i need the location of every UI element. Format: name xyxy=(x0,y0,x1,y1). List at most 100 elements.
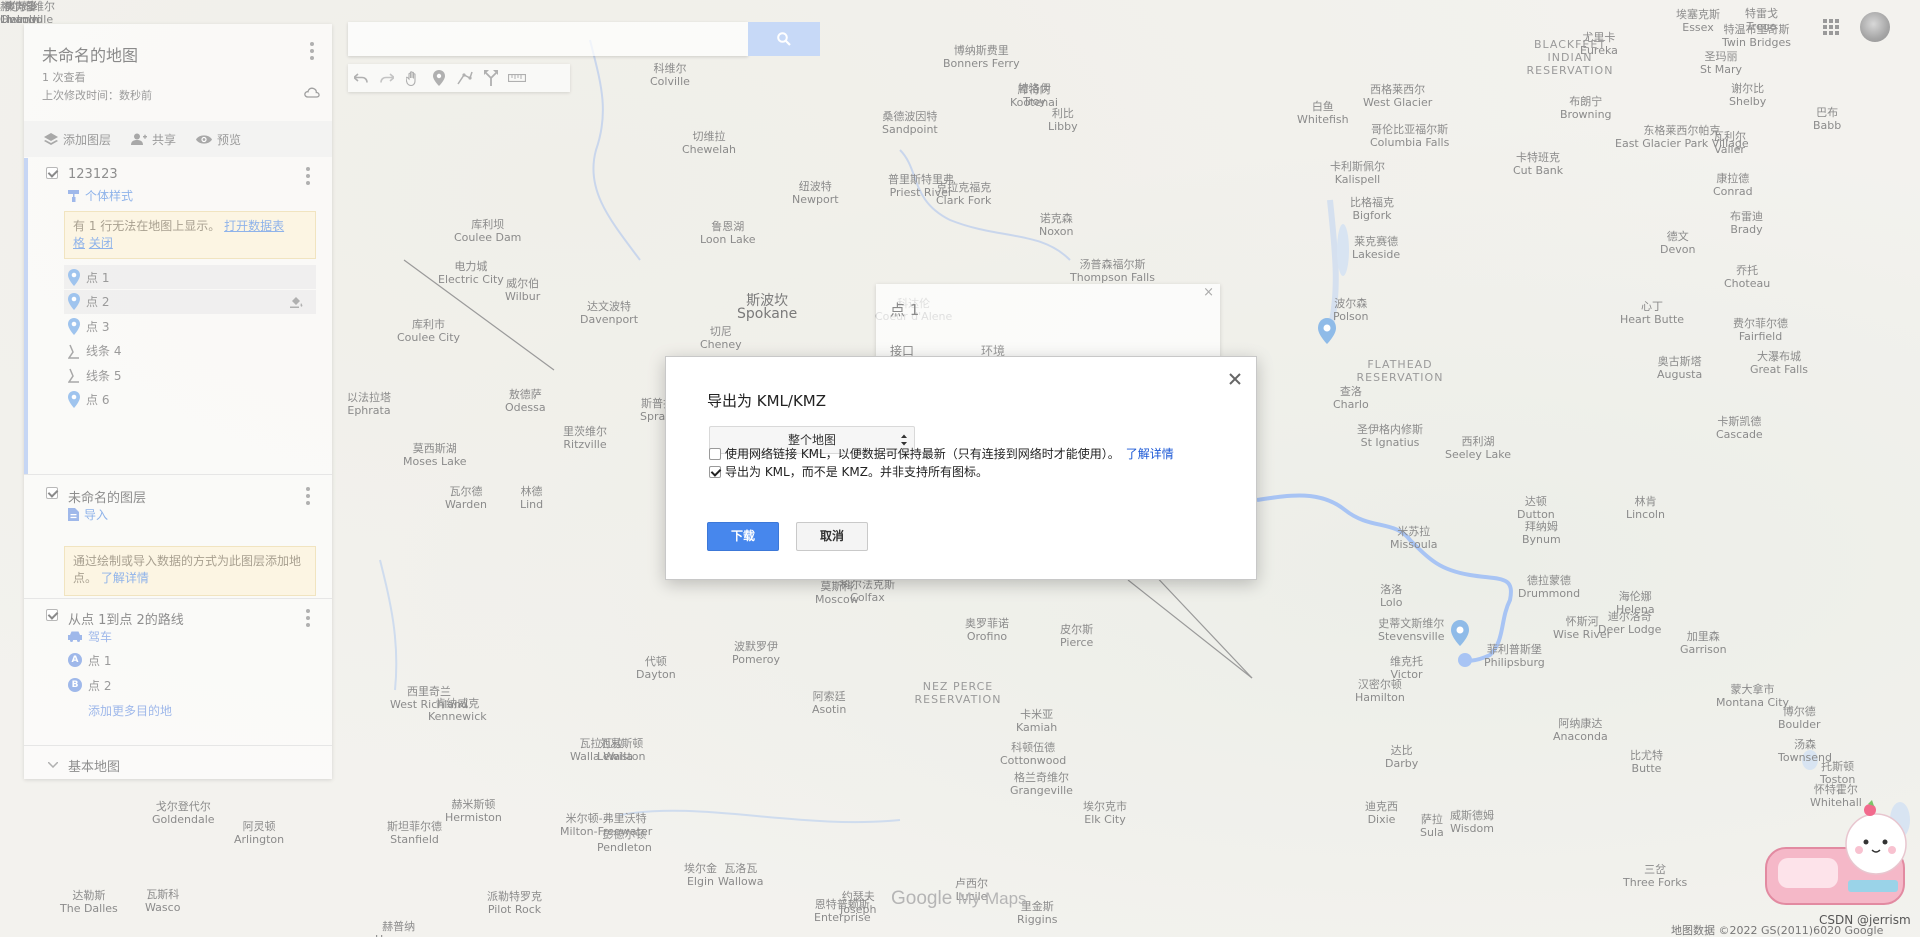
individual-styles-link[interactable]: 个体样式 xyxy=(68,187,133,204)
divider xyxy=(24,745,332,746)
map-title[interactable]: 未命名的地图 xyxy=(42,42,138,66)
account-avatar[interactable] xyxy=(1860,12,1890,42)
feature-label: 点 2 xyxy=(86,295,110,309)
layer-name[interactable]: 123123 xyxy=(68,167,118,182)
place-label: 莫西斯湖 Moses Lake xyxy=(403,442,467,468)
search-input[interactable] xyxy=(348,22,748,56)
directions-button[interactable] xyxy=(478,64,504,92)
place-label: 博尔德 Boulder xyxy=(1778,705,1821,731)
place-label: 达比 Darby xyxy=(1385,744,1419,770)
measure-button[interactable] xyxy=(504,64,530,92)
undo-button[interactable] xyxy=(348,64,374,92)
layer-visibility-checkbox[interactable] xyxy=(46,167,58,179)
place-label: 阿索廷 Asotin xyxy=(812,690,847,716)
draw-line-button[interactable] xyxy=(452,64,478,92)
map-options-icon[interactable] xyxy=(310,42,314,60)
place-label: 圣伊格内修斯 St Ignatius xyxy=(1357,423,1423,449)
feature-item[interactable]: 点 3 xyxy=(64,314,316,338)
import-label: 导入 xyxy=(84,508,109,522)
learn-more-link[interactable]: 了解详情 xyxy=(101,571,149,585)
export-kml-dialog: 导出为 KML/KMZ 整个地图 使用网络链接 KML，以便数据可保持最新（只有… xyxy=(665,356,1257,580)
place-label: 大瀑布城 Great Falls xyxy=(1750,350,1809,376)
layer-header[interactable]: 123123 xyxy=(24,162,332,188)
download-button[interactable]: 下载 xyxy=(707,522,779,551)
add-destination-link[interactable]: 添加更多目的地 xyxy=(88,700,172,720)
feature-item[interactable]: 点 6 xyxy=(64,388,316,412)
stop-badge: A xyxy=(68,653,82,667)
car-icon xyxy=(68,631,82,642)
place-label: 查洛 Charlo xyxy=(1333,385,1369,411)
place-label: 卡斯凯德 Cascade xyxy=(1716,415,1763,441)
feature-item[interactable]: 线条 4 xyxy=(64,339,316,363)
preview-button[interactable]: 预览 xyxy=(196,131,241,148)
share-button[interactable]: 共享 xyxy=(131,131,176,148)
network-link-option[interactable]: 使用网络链接 KML，以便数据可保持最新（只有连接到网络时才能使用）。 了解详情 xyxy=(709,445,1174,462)
ruler-icon xyxy=(508,74,526,82)
place-label: 派勒特罗克 Pilot Rock xyxy=(487,890,542,916)
add-marker-button[interactable] xyxy=(426,64,452,92)
open-data-table-link[interactable]: 打开数据表 xyxy=(224,219,284,233)
layer-options-icon[interactable] xyxy=(306,167,310,185)
pan-tool-button[interactable] xyxy=(400,64,426,92)
place-label: 诺克森 Noxon xyxy=(1039,212,1074,238)
place-label: 桑德波因特 Sandpoint xyxy=(882,110,938,136)
kml-format-checkbox[interactable] xyxy=(709,465,721,478)
place-label: 阿纳康达 Anaconda xyxy=(1553,717,1608,743)
dismiss-warning-link[interactable]: 关闭 xyxy=(89,236,113,250)
stop-label: 点 1 xyxy=(88,653,112,668)
layer-options-icon[interactable] xyxy=(306,609,310,627)
network-link-checkbox[interactable] xyxy=(709,447,721,460)
place-label: 德文 Devon xyxy=(1660,230,1696,256)
travel-mode[interactable]: 驾车 xyxy=(68,626,112,646)
last-modified: 上次修改时间：数秒前 xyxy=(42,89,152,102)
marker-icon xyxy=(433,70,445,86)
active-layer-indicator xyxy=(24,158,28,475)
cloud-saved-icon xyxy=(304,87,320,98)
layer-visibility-checkbox[interactable] xyxy=(46,609,58,621)
place-label: 刘易斯顿 Lewiston xyxy=(597,737,646,763)
place-label: 里茨维尔 Ritzville xyxy=(563,425,607,451)
place-label: 奥古斯塔 Augusta xyxy=(1657,355,1703,381)
apps-grid-icon[interactable] xyxy=(1823,19,1839,35)
layer-name[interactable]: 未命名的图层 xyxy=(68,487,146,506)
kml-not-kmz-option[interactable]: 导出为 KML，而不是 KMZ。并非支持所有图标。 xyxy=(709,463,988,480)
place-label: 达文波特 Davenport xyxy=(580,300,639,326)
directions-icon xyxy=(484,70,498,86)
place-label: 波尔森 Polson xyxy=(1333,297,1369,323)
cancel-button[interactable]: 取消 xyxy=(796,522,868,551)
google-wordmark: Google xyxy=(891,888,953,909)
map-pin-icon xyxy=(1451,620,1469,646)
place-label: 迪尔洛奇 Deer Lodge xyxy=(1598,610,1662,636)
redo-button[interactable] xyxy=(374,64,400,92)
add-layer-button[interactable]: 添加图层 xyxy=(44,131,111,148)
style-bucket-icon[interactable] xyxy=(286,296,310,311)
divider xyxy=(24,474,332,475)
place-label: 卡利斯佩尔 Kalispell xyxy=(1330,160,1385,186)
feature-item[interactable]: 点 1 xyxy=(64,265,316,289)
place-label: 赫米斯顿 Hermiston xyxy=(445,798,502,824)
base-map-header[interactable]: 基本地图 xyxy=(24,751,332,777)
place-label: 米苏拉 Missoula xyxy=(1390,525,1438,551)
layer-visibility-checkbox[interactable] xyxy=(46,487,58,499)
feature-item[interactable]: 线条 5 xyxy=(64,363,316,387)
import-link[interactable]: 导入 xyxy=(68,506,108,523)
collapse-icon[interactable] xyxy=(48,762,58,768)
search-button[interactable] xyxy=(748,22,820,56)
place-label: 威尔伯 Wilbur xyxy=(505,277,541,303)
share-label: 共享 xyxy=(152,132,177,147)
route-stop[interactable]: A 点 1 xyxy=(68,650,111,670)
csdn-watermark: CSDN @jerrism xyxy=(1819,913,1911,927)
route-stop[interactable]: B 点 2 xyxy=(68,675,111,695)
learn-more-link[interactable]: 了解详情 xyxy=(1126,445,1174,462)
travel-mode-label: 驾车 xyxy=(88,629,113,644)
base-map-section[interactable]: 基本地图 xyxy=(24,751,332,777)
open-data-table-link-cont[interactable]: 格 xyxy=(73,236,85,250)
close-icon[interactable] xyxy=(1226,370,1244,388)
place-label: 斯坦菲尔德 Stanfield xyxy=(387,820,442,846)
layer-options-icon[interactable] xyxy=(306,487,310,505)
layer-header[interactable]: 未命名的图层 xyxy=(24,482,332,508)
info-window-close-button[interactable]: × xyxy=(1203,285,1214,300)
reservation-label: FLATHEAD RESERVATION xyxy=(1356,358,1444,384)
place-label: 米尔顿-弗里沃特 Milton-Freewater xyxy=(560,812,653,838)
feature-item[interactable]: 点 2 xyxy=(64,289,316,314)
